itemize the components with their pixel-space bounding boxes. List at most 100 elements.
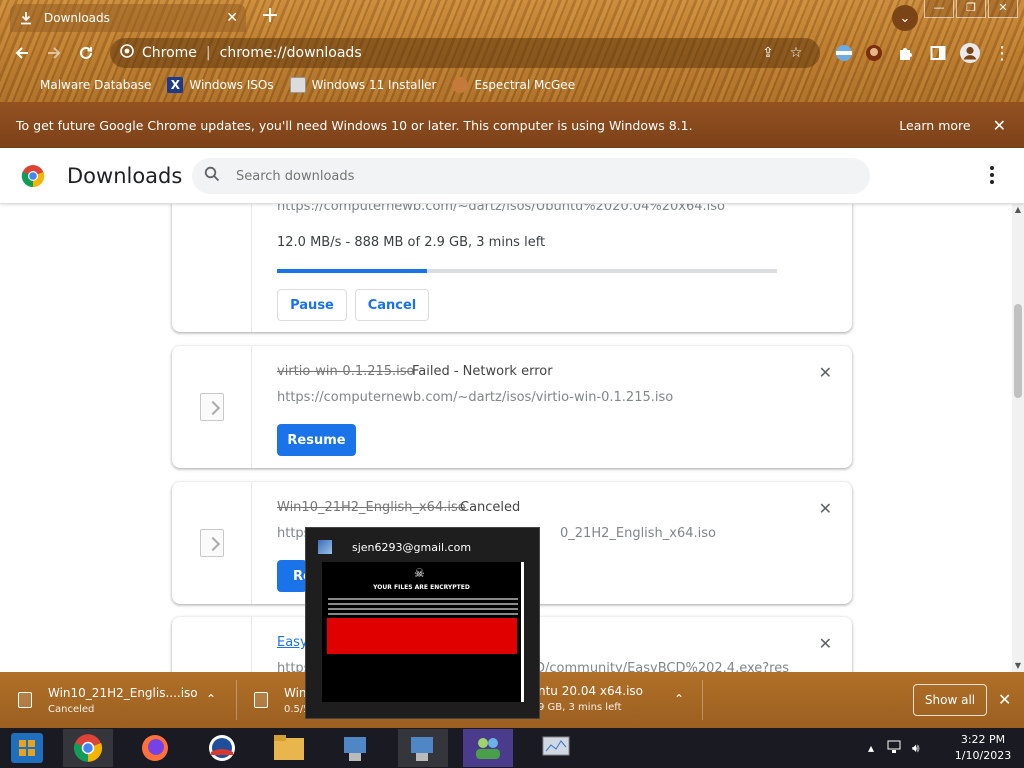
bookmark-star-icon[interactable]: ☆ <box>782 45 810 61</box>
tray-up-arrow-icon[interactable]: ▴ <box>868 741 874 755</box>
shelf-divider <box>702 680 703 720</box>
reload-button[interactable] <box>70 37 102 69</box>
page-scrollbar[interactable]: ▲ ▼ <box>1012 204 1024 672</box>
taskbar-installer-1[interactable] <box>331 729 381 767</box>
profile-icon[interactable] <box>958 41 982 65</box>
shelf-item-status: Canceled <box>48 703 95 715</box>
installer-icon <box>344 737 366 761</box>
show-all-button[interactable]: Show all <box>913 684 987 716</box>
minimize-button[interactable]: — <box>924 0 954 18</box>
bookmark-windows-11-installer[interactable]: Windows 11 Installer <box>289 77 436 93</box>
taskbar-chrome[interactable] <box>63 729 113 767</box>
taskbar-obama-app[interactable] <box>197 729 247 767</box>
thumbnail-title: sjen6293@gmail.com <box>318 540 471 554</box>
share-icon[interactable]: ⇪ <box>754 45 782 61</box>
file-icon <box>200 529 224 557</box>
scroll-down-arrow-icon[interactable]: ▼ <box>1012 660 1024 672</box>
chevron-up-icon[interactable]: ⌃ <box>674 692 684 706</box>
clock-time: 3:22 PM <box>960 733 1006 746</box>
shelf-close-icon[interactable]: ✕ <box>998 690 1011 709</box>
ransom-warning-box <box>327 618 517 654</box>
scroll-thumb[interactable] <box>1014 304 1022 398</box>
file-name-text: virtio-win-0.1.215.iso <box>277 364 415 379</box>
taskbar-firefox[interactable] <box>130 729 180 767</box>
taskbar-file-explorer[interactable] <box>264 729 314 767</box>
taskbar-thumbnail-popup[interactable]: sjen6293@gmail.com ☠ YOUR FILES ARE ENCR… <box>305 527 540 719</box>
remove-download-icon[interactable]: ✕ <box>819 499 832 518</box>
download-progress-bar <box>277 269 777 273</box>
folder-icon <box>274 735 304 760</box>
clock-date: 1/10/2023 <box>954 749 1012 762</box>
file-name[interactable]: Win10_21H2_English_x64.iso <box>277 500 466 515</box>
new-tab-button[interactable]: + <box>258 5 282 29</box>
resume-button[interactable]: Resume <box>277 424 356 456</box>
close-window-button[interactable]: ✕ <box>988 0 1018 18</box>
shelf-item-name: Win10_21H2_Englis....iso <box>48 685 198 700</box>
volume-icon[interactable]: 🔊︎ <box>912 741 920 756</box>
infobar-message: To get future Google Chrome updates, you… <box>16 117 693 133</box>
remove-download-icon[interactable]: ✕ <box>819 363 832 382</box>
file-name-link[interactable]: Easy <box>277 635 308 650</box>
taskbar-users-app[interactable] <box>463 729 513 767</box>
cancel-button[interactable]: Cancel <box>355 289 429 321</box>
download-icon <box>18 10 34 26</box>
card-icon-column <box>172 617 252 672</box>
tab-close-icon[interactable]: ✕ <box>226 10 238 26</box>
scroll-up-arrow-icon[interactable]: ▲ <box>1012 204 1024 216</box>
file-name[interactable]: virtio-win-0.1.215.iso <box>277 364 415 379</box>
search-icon <box>204 166 220 186</box>
installer-icon <box>411 737 433 761</box>
download-url-end[interactable]: D/community/EasyBCD%202.4.exe?res <box>535 661 789 672</box>
pause-button[interactable]: Pause <box>277 289 347 321</box>
learn-more-link[interactable]: Learn more <box>899 118 970 133</box>
back-arrow-icon <box>15 47 28 59</box>
bookmark-windows-isos[interactable]: X Windows ISOs <box>167 77 274 93</box>
extension-avatar-icon[interactable] <box>862 41 886 65</box>
extension-flag-icon[interactable] <box>832 41 856 65</box>
download-card-virtio: virtio-win-0.1.215.iso Failed - Network … <box>172 346 852 468</box>
download-status: Failed - Network error <box>412 364 553 379</box>
start-button[interactable] <box>2 729 52 767</box>
remove-download-icon[interactable]: ✕ <box>819 634 832 653</box>
download-url[interactable]: https://computernewb.com/~dartz/isos/Ubu… <box>277 204 725 214</box>
shelf-item-win10[interactable]: Win10_21H2_Englis....iso Canceled ⌃ <box>18 672 228 728</box>
file-icon <box>18 692 32 708</box>
thumbnail-title-text: sjen6293@gmail.com <box>352 540 472 554</box>
download-url[interactable]: https://computernewb.com/~dartz/isos/vir… <box>277 390 673 405</box>
chrome-logo-icon <box>73 734 103 762</box>
infobar-close-icon[interactable]: ✕ <box>993 116 1006 135</box>
restore-button[interactable]: ❐ <box>956 0 986 18</box>
avatar-icon <box>452 77 469 93</box>
browser-frame: Downloads ✕ + ⌄ — ❐ ✕ Chrome | chrome://… <box>0 0 1024 102</box>
file-name-text: Win10_21H2_English_x64.iso <box>277 500 466 515</box>
download-url-end[interactable]: 0_21H2_English_x64.iso <box>560 526 716 541</box>
forward-button[interactable] <box>38 37 70 69</box>
network-icon[interactable] <box>886 740 902 757</box>
page-title: Downloads <box>67 163 183 188</box>
x-logo-icon: X <box>167 77 184 93</box>
url-text[interactable]: chrome://downloads <box>220 45 754 61</box>
bookmark-espectral-mcgee[interactable]: Espectral McGee <box>452 77 575 93</box>
taskbar-clock[interactable]: 3:22 PM 1/10/2023 <box>944 732 1022 764</box>
extensions-puzzle-icon[interactable] <box>894 41 918 65</box>
window-controls: — ❐ ✕ <box>922 0 1018 18</box>
chevron-up-icon[interactable]: ⌃ <box>206 692 216 706</box>
address-bar[interactable]: Chrome | chrome://downloads ⇪ ☆ <box>110 38 820 68</box>
search-input[interactable] <box>236 168 870 184</box>
tab-downloads[interactable]: Downloads ✕ <box>10 4 246 32</box>
page-icon <box>18 77 34 93</box>
system-tray: ▴ 🔊︎ <box>868 728 920 768</box>
search-box[interactable] <box>192 158 870 194</box>
downloads-header: Downloads <box>0 148 1024 204</box>
chrome-menu-icon[interactable]: ⋮ <box>990 41 1014 65</box>
downloads-menu-icon[interactable] <box>988 166 996 184</box>
skull-icon: ☠ <box>414 566 425 580</box>
taskbar-monitor-app[interactable] <box>531 729 581 767</box>
side-panel-icon[interactable] <box>926 41 950 65</box>
ransom-text-lines <box>328 598 518 618</box>
taskbar-installer-2[interactable] <box>398 729 448 767</box>
back-button[interactable] <box>6 37 38 69</box>
tab-search-chevron-icon[interactable]: ⌄ <box>892 5 918 31</box>
bookmark-malware-database[interactable]: Malware Database <box>18 77 151 93</box>
retry-button[interactable]: Re <box>277 560 312 592</box>
